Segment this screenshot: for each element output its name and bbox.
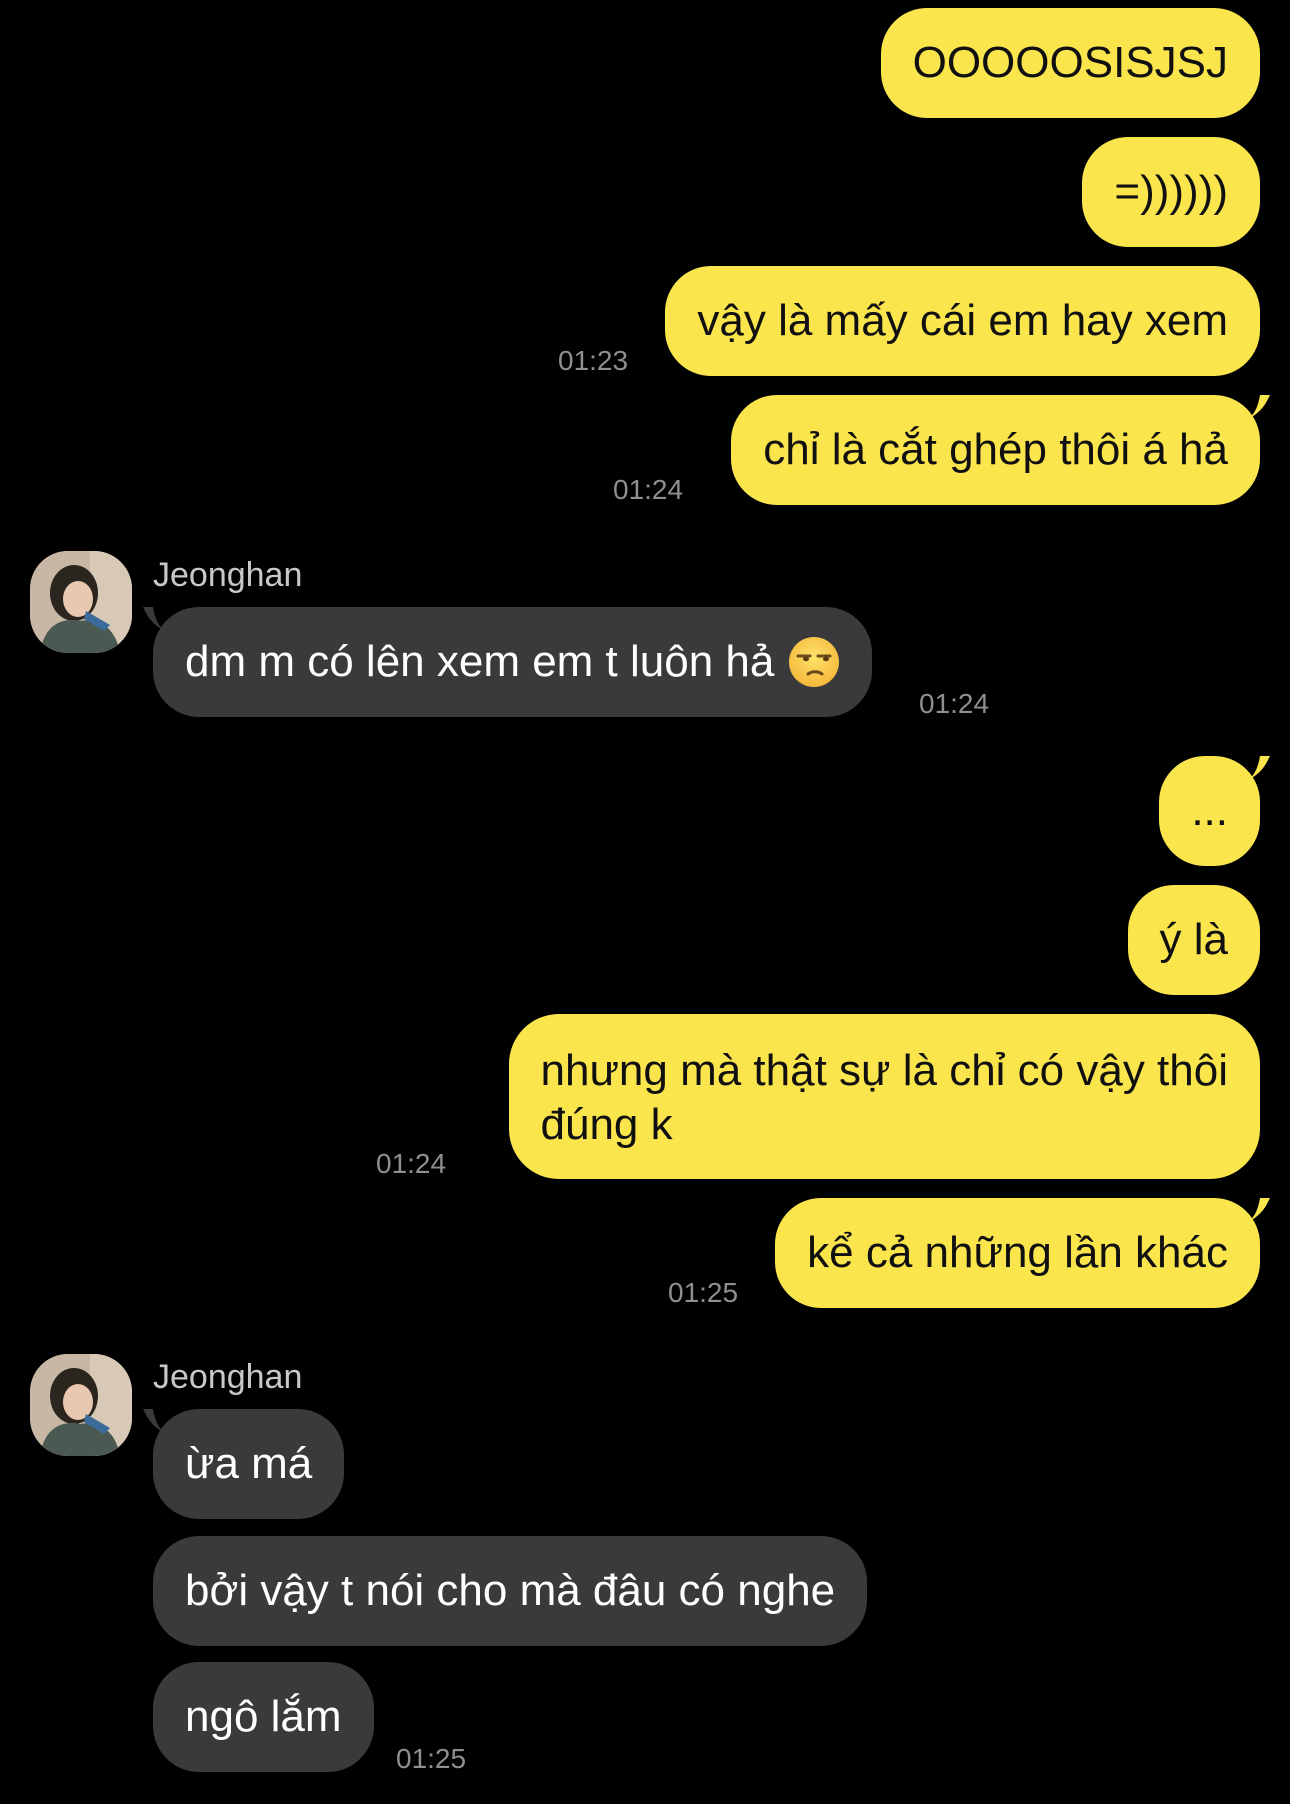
message-text: chỉ là cắt ghép thôi á hả [763, 425, 1228, 474]
message-text: dm m có lên xem em t luôn hả [185, 635, 840, 689]
message-timestamp: 01:24 [613, 474, 684, 505]
message-text-line: đúng k [540, 1100, 673, 1149]
message-timestamp: 01:24 [919, 688, 990, 719]
message-timestamp: 01:25 [396, 1743, 467, 1774]
sent-message[interactable]: chỉ là cắt ghép thôi á hả [731, 395, 1270, 505]
sent-message[interactable]: vậy là mấy cái em hay xem [665, 266, 1260, 376]
chat-thread[interactable]: OOOOOSISJSJ =)))))) vậy là mấy cái em ha… [0, 0, 1290, 1804]
sender-avatar[interactable] [30, 1354, 132, 1456]
message-text: ... [1191, 786, 1228, 835]
bubble-tail-icon [143, 1409, 169, 1435]
sender-avatar[interactable] [30, 551, 132, 653]
avatar-photo [30, 1354, 132, 1456]
message-text: bởi vậy t nói cho mà đâu có nghe [185, 1566, 836, 1615]
bubble-tail-icon [1244, 395, 1270, 421]
sent-message[interactable]: ý là [1127, 885, 1260, 995]
sent-message[interactable]: OOOOOSISJSJ [880, 8, 1260, 118]
sent-message[interactable]: kể cả những lần khác [775, 1198, 1270, 1308]
message-text: OOOOOSISJSJ [912, 38, 1228, 87]
message-text: ừa má [185, 1439, 313, 1488]
message-text-line: nhưng mà thật sự là chỉ có vậy thôi [540, 1046, 1228, 1095]
message-text: ngô lắm [185, 1692, 342, 1741]
received-message[interactable]: ừa má [143, 1409, 345, 1519]
message-text-content: dm m có lên xem em t luôn hả [185, 637, 775, 686]
message-text: =)))))) [1114, 167, 1228, 216]
bubble-tail-icon [1244, 1198, 1270, 1224]
unamused-face-icon [789, 637, 840, 687]
sent-message[interactable]: nhưng mà thật sự là chỉ có vậy thôi đúng… [508, 1014, 1260, 1179]
sent-message[interactable]: ... [1159, 756, 1270, 866]
sender-name: Jeonghan [153, 556, 303, 594]
sender-name: Jeonghan [153, 1358, 303, 1396]
message-text: ý là [1159, 915, 1228, 964]
avatar-photo [30, 551, 132, 653]
message-text: vậy là mấy cái em hay xem [697, 296, 1228, 345]
sent-message[interactable]: =)))))) [1082, 137, 1260, 247]
message-timestamp: 01:25 [668, 1277, 739, 1308]
message-timestamp: 01:24 [376, 1148, 447, 1179]
message-text: kể cả những lần khác [807, 1228, 1228, 1277]
received-message[interactable]: ngô lắm [153, 1662, 374, 1772]
message-timestamp: 01:23 [558, 345, 629, 376]
bubble-tail-icon [1244, 756, 1270, 782]
received-message[interactable]: bởi vậy t nói cho mà đâu có nghe [153, 1536, 868, 1646]
bubble-tail-icon [143, 607, 169, 633]
received-message[interactable]: dm m có lên xem em t luôn hả [143, 607, 873, 717]
